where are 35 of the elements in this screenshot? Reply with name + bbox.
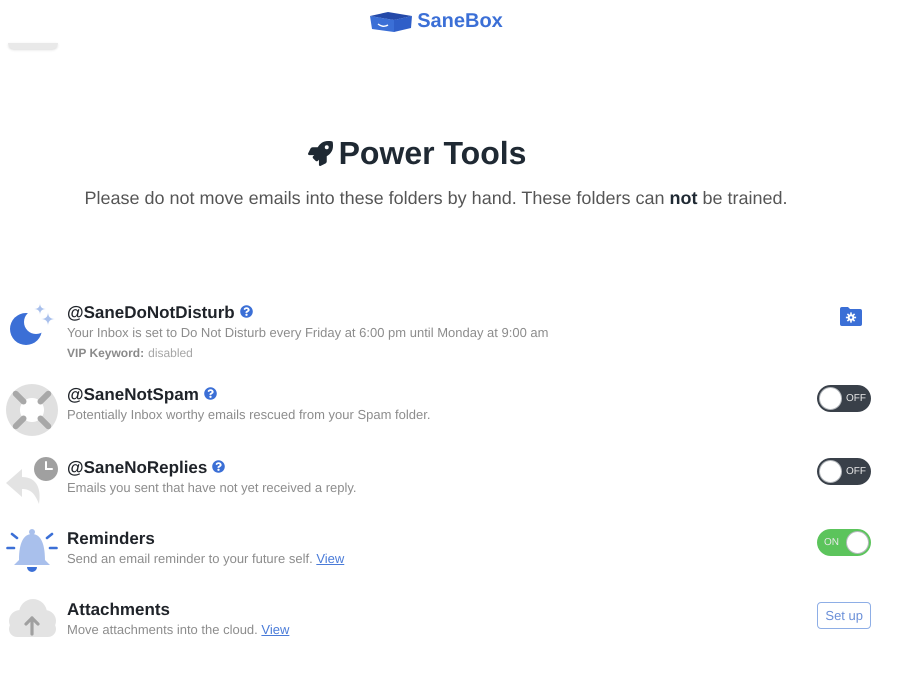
toggle-switch[interactable]: OFF [817, 458, 871, 485]
tool-description: Emails you sent that have not yet received a reply. [67, 479, 358, 497]
tool-title: @SaneNoReplies [67, 458, 208, 478]
toggle-knob [819, 387, 842, 410]
tool-title: @SaneDoNotDisturb [67, 303, 235, 323]
toggle-knob [819, 460, 842, 483]
toggle-knob [846, 531, 869, 554]
box-logo-icon [369, 10, 414, 32]
view-link[interactable]: View [316, 551, 344, 566]
rocket-icon [308, 140, 333, 166]
moon-stars-icon [9, 302, 55, 346]
help-icon[interactable] [240, 304, 253, 318]
folder-gear-icon[interactable] [840, 306, 862, 326]
life-ring-icon [6, 384, 58, 436]
page-title: Power Tools [338, 135, 526, 171]
vip-keyword-value: disabled [148, 345, 193, 362]
tool-description: Your Inbox is set to Do Not Disturb every Friday at 6:00 pm until Monday at 9:00 am [67, 324, 550, 342]
view-link[interactable]: View [261, 622, 290, 637]
tool-title: Reminders [67, 529, 155, 549]
tool-description: Send an email reminder to your future self. View [67, 550, 346, 568]
page-subtitle: Please do not move emails into these folders by hand. These folders can not be trained. [83, 187, 789, 210]
toggle-switch[interactable]: OFF [817, 385, 871, 412]
tool-title: @SaneNotSpam [67, 385, 199, 405]
logo-text: SaneBox [417, 10, 503, 32]
tool-description: Potentially Inbox worthy emails rescued from your Spam folder. [67, 406, 432, 424]
tool-description: Move attachments into the cloud. View [67, 621, 290, 639]
bell-icon [6, 528, 58, 574]
setup-button[interactable]: Set up [817, 602, 871, 629]
tool-title: Attachments [67, 600, 170, 620]
cloud-upload-icon [7, 599, 57, 637]
reply-arrow-clock-icon [6, 457, 58, 505]
help-icon[interactable] [212, 460, 226, 472]
bar-shape [8, 43, 58, 49]
help-icon[interactable] [204, 386, 217, 400]
vip-keyword-label: VIP Keyword: [67, 345, 144, 362]
